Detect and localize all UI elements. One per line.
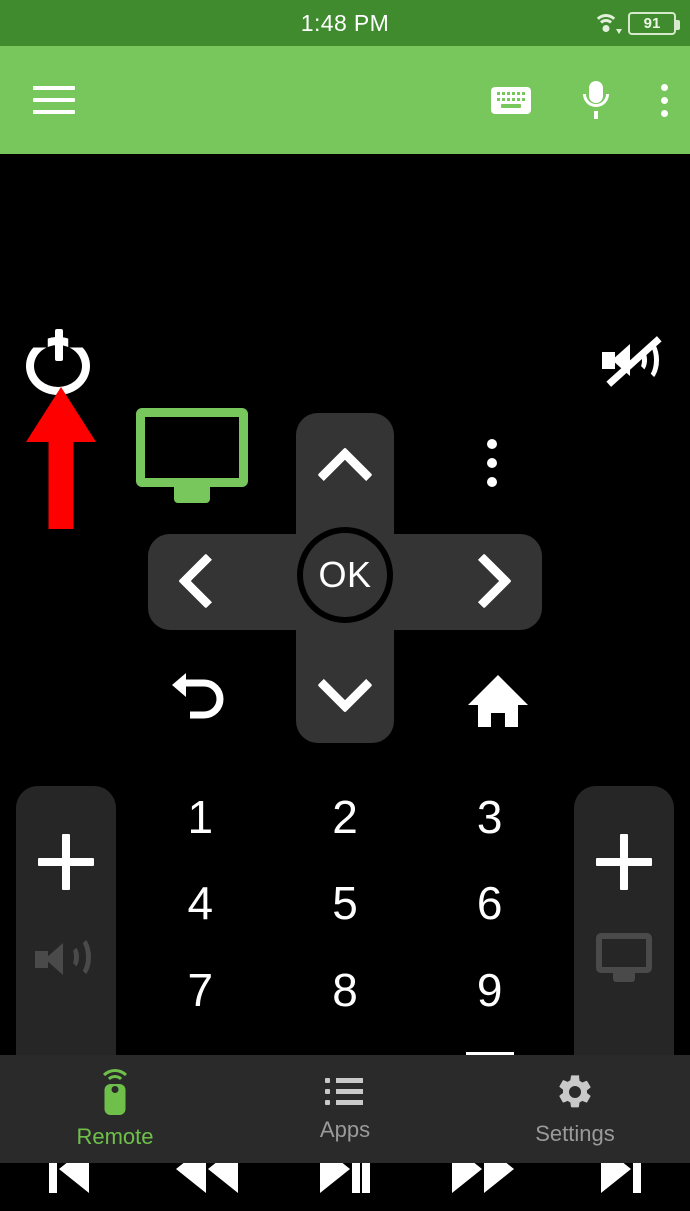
num-8[interactable]: 8: [273, 947, 418, 1033]
dpad-down-button[interactable]: [323, 661, 367, 721]
channel-up-button[interactable]: [596, 834, 652, 890]
remote-signal-icon: [95, 1068, 135, 1115]
gear-icon: [555, 1072, 595, 1112]
app-bar-more-vertical-icon[interactable]: [661, 83, 668, 117]
app-bar: [0, 46, 690, 154]
num-3[interactable]: 3: [417, 774, 562, 860]
battery-icon: 91: [628, 11, 680, 35]
num-4[interactable]: 4: [128, 860, 273, 946]
microphone-icon[interactable]: [583, 81, 609, 119]
nav-label-apps: Apps: [319, 1116, 371, 1142]
num-1[interactable]: 1: [128, 774, 273, 860]
bottom-navigation-bar: Remote Apps Settings: [0, 1055, 690, 1163]
nav-item-apps[interactable]: Apps: [230, 1055, 460, 1163]
volume-up-button[interactable]: [38, 834, 94, 890]
dpad-ok-button[interactable]: OK: [297, 527, 393, 623]
wifi-icon: [592, 12, 622, 34]
nav-label-settings: Settings: [535, 1120, 615, 1146]
nav-item-settings[interactable]: Settings: [460, 1055, 690, 1163]
power-button[interactable]: [26, 329, 92, 395]
dpad-right-button[interactable]: [460, 555, 520, 607]
keyboard-icon[interactable]: [491, 86, 531, 114]
volume-speaker-icon: [35, 931, 97, 987]
hamburger-menu-icon[interactable]: [33, 86, 75, 114]
annotation-arrow-up: [26, 387, 96, 529]
dpad-left-button[interactable]: [170, 555, 230, 607]
nav-label-remote: Remote: [76, 1123, 154, 1149]
chevron-down-icon: [323, 669, 367, 713]
app-root: 1:48 PM 91 OK 1 2 3 4 5 6 7 8 9 Remote A…: [0, 0, 690, 1211]
dpad-up-button[interactable]: [323, 439, 367, 499]
home-button[interactable]: [468, 675, 528, 727]
num-9[interactable]: 9: [417, 947, 562, 1033]
num-2[interactable]: 2: [273, 774, 418, 860]
num-5[interactable]: 5: [273, 860, 418, 946]
back-button[interactable]: [164, 669, 226, 731]
status-bar-time: 1:48 PM: [300, 9, 390, 36]
list-icon: [325, 1076, 365, 1108]
channel-tv-icon: [593, 931, 655, 987]
chevron-up-icon: [323, 447, 367, 491]
num-7[interactable]: 7: [128, 947, 273, 1033]
nav-item-remote[interactable]: Remote: [0, 1055, 230, 1163]
dpad-ok-label: OK: [318, 554, 372, 595]
chevron-right-icon: [468, 559, 512, 603]
battery-level-label: 91: [643, 14, 661, 32]
status-bar-indicators: 91: [592, 0, 680, 46]
status-bar: 1:48 PM 91: [0, 0, 690, 46]
mute-button[interactable]: [602, 332, 664, 390]
chevron-left-icon: [178, 559, 222, 603]
remote-control-panel: OK 1 2 3 4 5 6 7 8 9: [0, 154, 690, 1193]
app-bar-actions: [491, 81, 668, 119]
num-6[interactable]: 6: [417, 860, 562, 946]
